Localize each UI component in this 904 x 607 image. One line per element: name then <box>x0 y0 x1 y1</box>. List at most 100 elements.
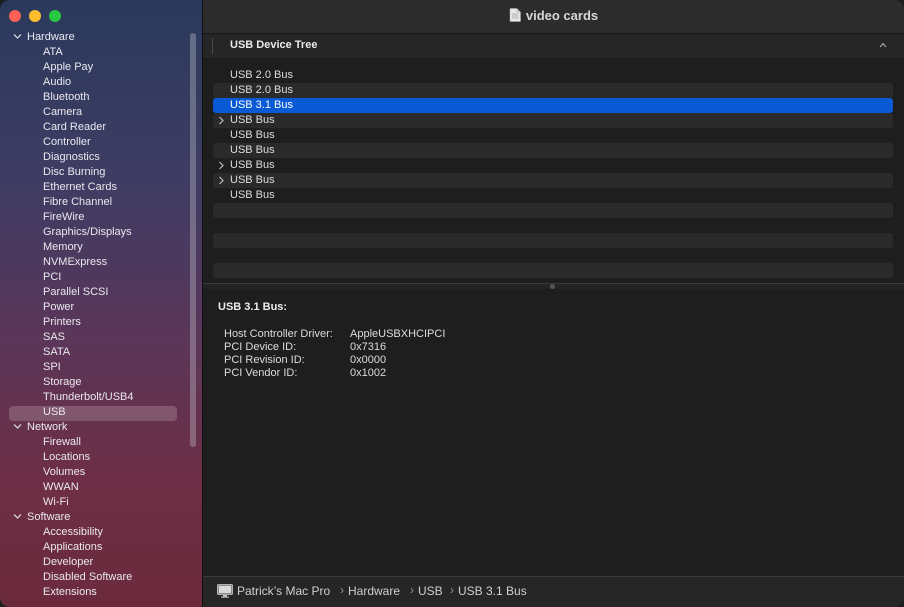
detail-value-host-controller-driver: AppleUSBXHCIPCI <box>350 328 446 340</box>
detail-label-pci-revision-id: PCI Revision ID: <box>224 354 305 366</box>
sidebar-item-locations[interactable]: Locations <box>43 450 90 465</box>
zoom-window-button[interactable] <box>49 10 61 22</box>
disclosure-chevron-right-icon[interactable] <box>217 116 225 125</box>
document-icon <box>509 8 521 22</box>
disclosure-chevron-right-icon[interactable] <box>217 176 225 185</box>
sidebar-item-bluetooth[interactable]: Bluetooth <box>43 90 89 105</box>
tree-row-label: USB Bus <box>230 174 275 186</box>
tree-row-label: USB Bus <box>230 129 275 141</box>
sidebar-item-audio[interactable]: Audio <box>43 75 71 90</box>
sidebar-item-disabled-software[interactable]: Disabled Software <box>43 570 132 585</box>
breadcrumb-usb-3-1-bus[interactable]: USB 3.1 Bus <box>458 584 527 598</box>
tree-row-empty <box>213 263 893 278</box>
sidebar-item-ata[interactable]: ATA <box>43 45 63 60</box>
sidebar-category-hardware[interactable]: Hardware <box>13 30 75 45</box>
tree-row-empty <box>213 203 893 218</box>
breadcrumb-hardware[interactable]: Hardware <box>348 584 400 598</box>
title-bar: video cards <box>203 0 904 34</box>
tree-row-empty <box>213 233 893 248</box>
sidebar-category-label: Software <box>27 511 71 523</box>
sidebar-item-card-reader[interactable]: Card Reader <box>43 120 106 135</box>
tree-row-label: USB 2.0 Bus <box>230 69 293 81</box>
sidebar-item-printers[interactable]: Printers <box>43 315 81 330</box>
tree-column-header[interactable]: USB Device Tree <box>203 34 904 59</box>
tree-row-empty <box>213 218 893 233</box>
tree-row-label: USB 3.1 Bus <box>230 99 293 111</box>
tree-row[interactable]: USB 2.0 Bus <box>213 68 893 83</box>
sidebar-item-storage[interactable]: Storage <box>43 375 82 390</box>
tree-row[interactable]: USB Bus <box>213 173 893 188</box>
tree-row-selected[interactable]: USB 3.1 Bus <box>213 98 893 113</box>
sidebar-category-label: Network <box>27 421 68 433</box>
detail-title: USB 3.1 Bus: <box>218 301 288 313</box>
tree-row[interactable]: USB 2.0 Bus <box>213 83 893 98</box>
breadcrumb-separator: › <box>410 583 414 597</box>
sidebar-item-accessibility[interactable]: Accessibility <box>43 525 103 540</box>
tree-row-label: USB Bus <box>230 189 275 201</box>
sidebar-item-spi[interactable]: SPI <box>43 360 61 375</box>
sidebar-item-sas[interactable]: SAS <box>43 330 65 345</box>
usb-device-tree: USB 2.0 Bus USB 2.0 Bus USB 3.1 Bus USB Bus… <box>203 59 904 281</box>
sidebar-item-sata[interactable]: SATA <box>43 345 70 360</box>
sidebar-item-nvmexpress[interactable]: NVMExpress <box>43 255 107 270</box>
close-window-button[interactable] <box>9 10 21 22</box>
minimize-window-button[interactable] <box>29 10 41 22</box>
detail-label-pci-device-id: PCI Device ID: <box>224 341 297 353</box>
tree-row-label: USB Bus <box>230 114 275 126</box>
detail-value-pci-device-id: 0x7316 <box>350 341 387 353</box>
sidebar-item-firewall[interactable]: Firewall <box>43 435 81 450</box>
tree-row[interactable]: USB Bus <box>213 128 893 143</box>
sidebar-item-firewire[interactable]: FireWire <box>43 210 85 225</box>
breadcrumb-usb[interactable]: USB <box>418 584 443 598</box>
sidebar-item-apple-pay[interactable]: Apple Pay <box>43 60 93 75</box>
chevron-down-icon[interactable] <box>13 32 22 41</box>
sidebar-item-memory[interactable]: Memory <box>43 240 83 255</box>
chevron-down-icon[interactable] <box>13 512 22 521</box>
sidebar-item-developer[interactable]: Developer <box>43 555 93 570</box>
sidebar-item-diagnostics[interactable]: Diagnostics <box>43 150 100 165</box>
sidebar-category-label: Hardware <box>27 31 75 43</box>
system-information-window: Hardware ATA Apple Pay Audio Bluetooth C… <box>0 0 904 607</box>
chevron-down-icon[interactable] <box>13 422 22 431</box>
tree-row[interactable]: USB Bus <box>213 113 893 128</box>
tree-row-label: USB Bus <box>230 159 275 171</box>
detail-value-pci-revision-id: 0x0000 <box>350 354 387 366</box>
sidebar-tree: Hardware ATA Apple Pay Audio Bluetooth C… <box>0 30 202 607</box>
sidebar-item-volumes[interactable]: Volumes <box>43 465 85 480</box>
sidebar-item-extensions[interactable]: Extensions <box>43 585 97 600</box>
sidebar-item-thunderbolt-usb4[interactable]: Thunderbolt/USB4 <box>43 390 134 405</box>
sidebar-scrollbar[interactable] <box>190 33 196 447</box>
sidebar-item-disc-burning[interactable]: Disc Burning <box>43 165 105 180</box>
detail-pane: USB 3.1 Bus: Host Controller Driver: App… <box>203 289 904 576</box>
path-bar: Patrick’s Mac Pro › Hardware › USB › USB… <box>203 576 904 607</box>
tree-row-label: USB Bus <box>230 144 275 156</box>
sort-ascending-chevron-icon[interactable] <box>878 40 888 50</box>
breadcrumb-computer[interactable]: Patrick’s Mac Pro <box>237 584 330 598</box>
disclosure-chevron-right-icon[interactable] <box>217 161 225 170</box>
sidebar-item-power[interactable]: Power <box>43 300 74 315</box>
sidebar-selection-highlight <box>9 406 177 421</box>
sidebar-item-controller[interactable]: Controller <box>43 135 91 150</box>
sidebar-category-software[interactable]: Software <box>13 510 70 525</box>
sidebar-item-ethernet-cards[interactable]: Ethernet Cards <box>43 180 117 195</box>
tree-row-empty <box>213 248 893 263</box>
sidebar-item-fibre-channel[interactable]: Fibre Channel <box>43 195 112 210</box>
sidebar-item-wi-fi[interactable]: Wi-Fi <box>43 495 69 510</box>
breadcrumb-separator: › <box>450 583 454 597</box>
column-separator <box>212 38 213 54</box>
sidebar-item-applications[interactable]: Applications <box>43 540 102 555</box>
sidebar-item-parallel-scsi[interactable]: Parallel SCSI <box>43 285 108 300</box>
tree-row[interactable]: USB Bus <box>213 188 893 203</box>
sidebar-item-usb[interactable]: USB <box>43 405 66 420</box>
detail-value-pci-vendor-id: 0x1002 <box>350 367 387 379</box>
breadcrumb-separator: › <box>340 583 344 597</box>
sidebar-item-graphics-displays[interactable]: Graphics/Displays <box>43 225 132 240</box>
column-header-label: USB Device Tree <box>230 39 318 51</box>
tree-row[interactable]: USB Bus <box>213 158 893 173</box>
sidebar-item-wwan[interactable]: WWAN <box>43 480 79 495</box>
sidebar: Hardware ATA Apple Pay Audio Bluetooth C… <box>0 0 203 607</box>
sidebar-category-network[interactable]: Network <box>13 420 67 435</box>
sidebar-item-camera[interactable]: Camera <box>43 105 82 120</box>
sidebar-item-pci[interactable]: PCI <box>43 270 61 285</box>
tree-row[interactable]: USB Bus <box>213 143 893 158</box>
